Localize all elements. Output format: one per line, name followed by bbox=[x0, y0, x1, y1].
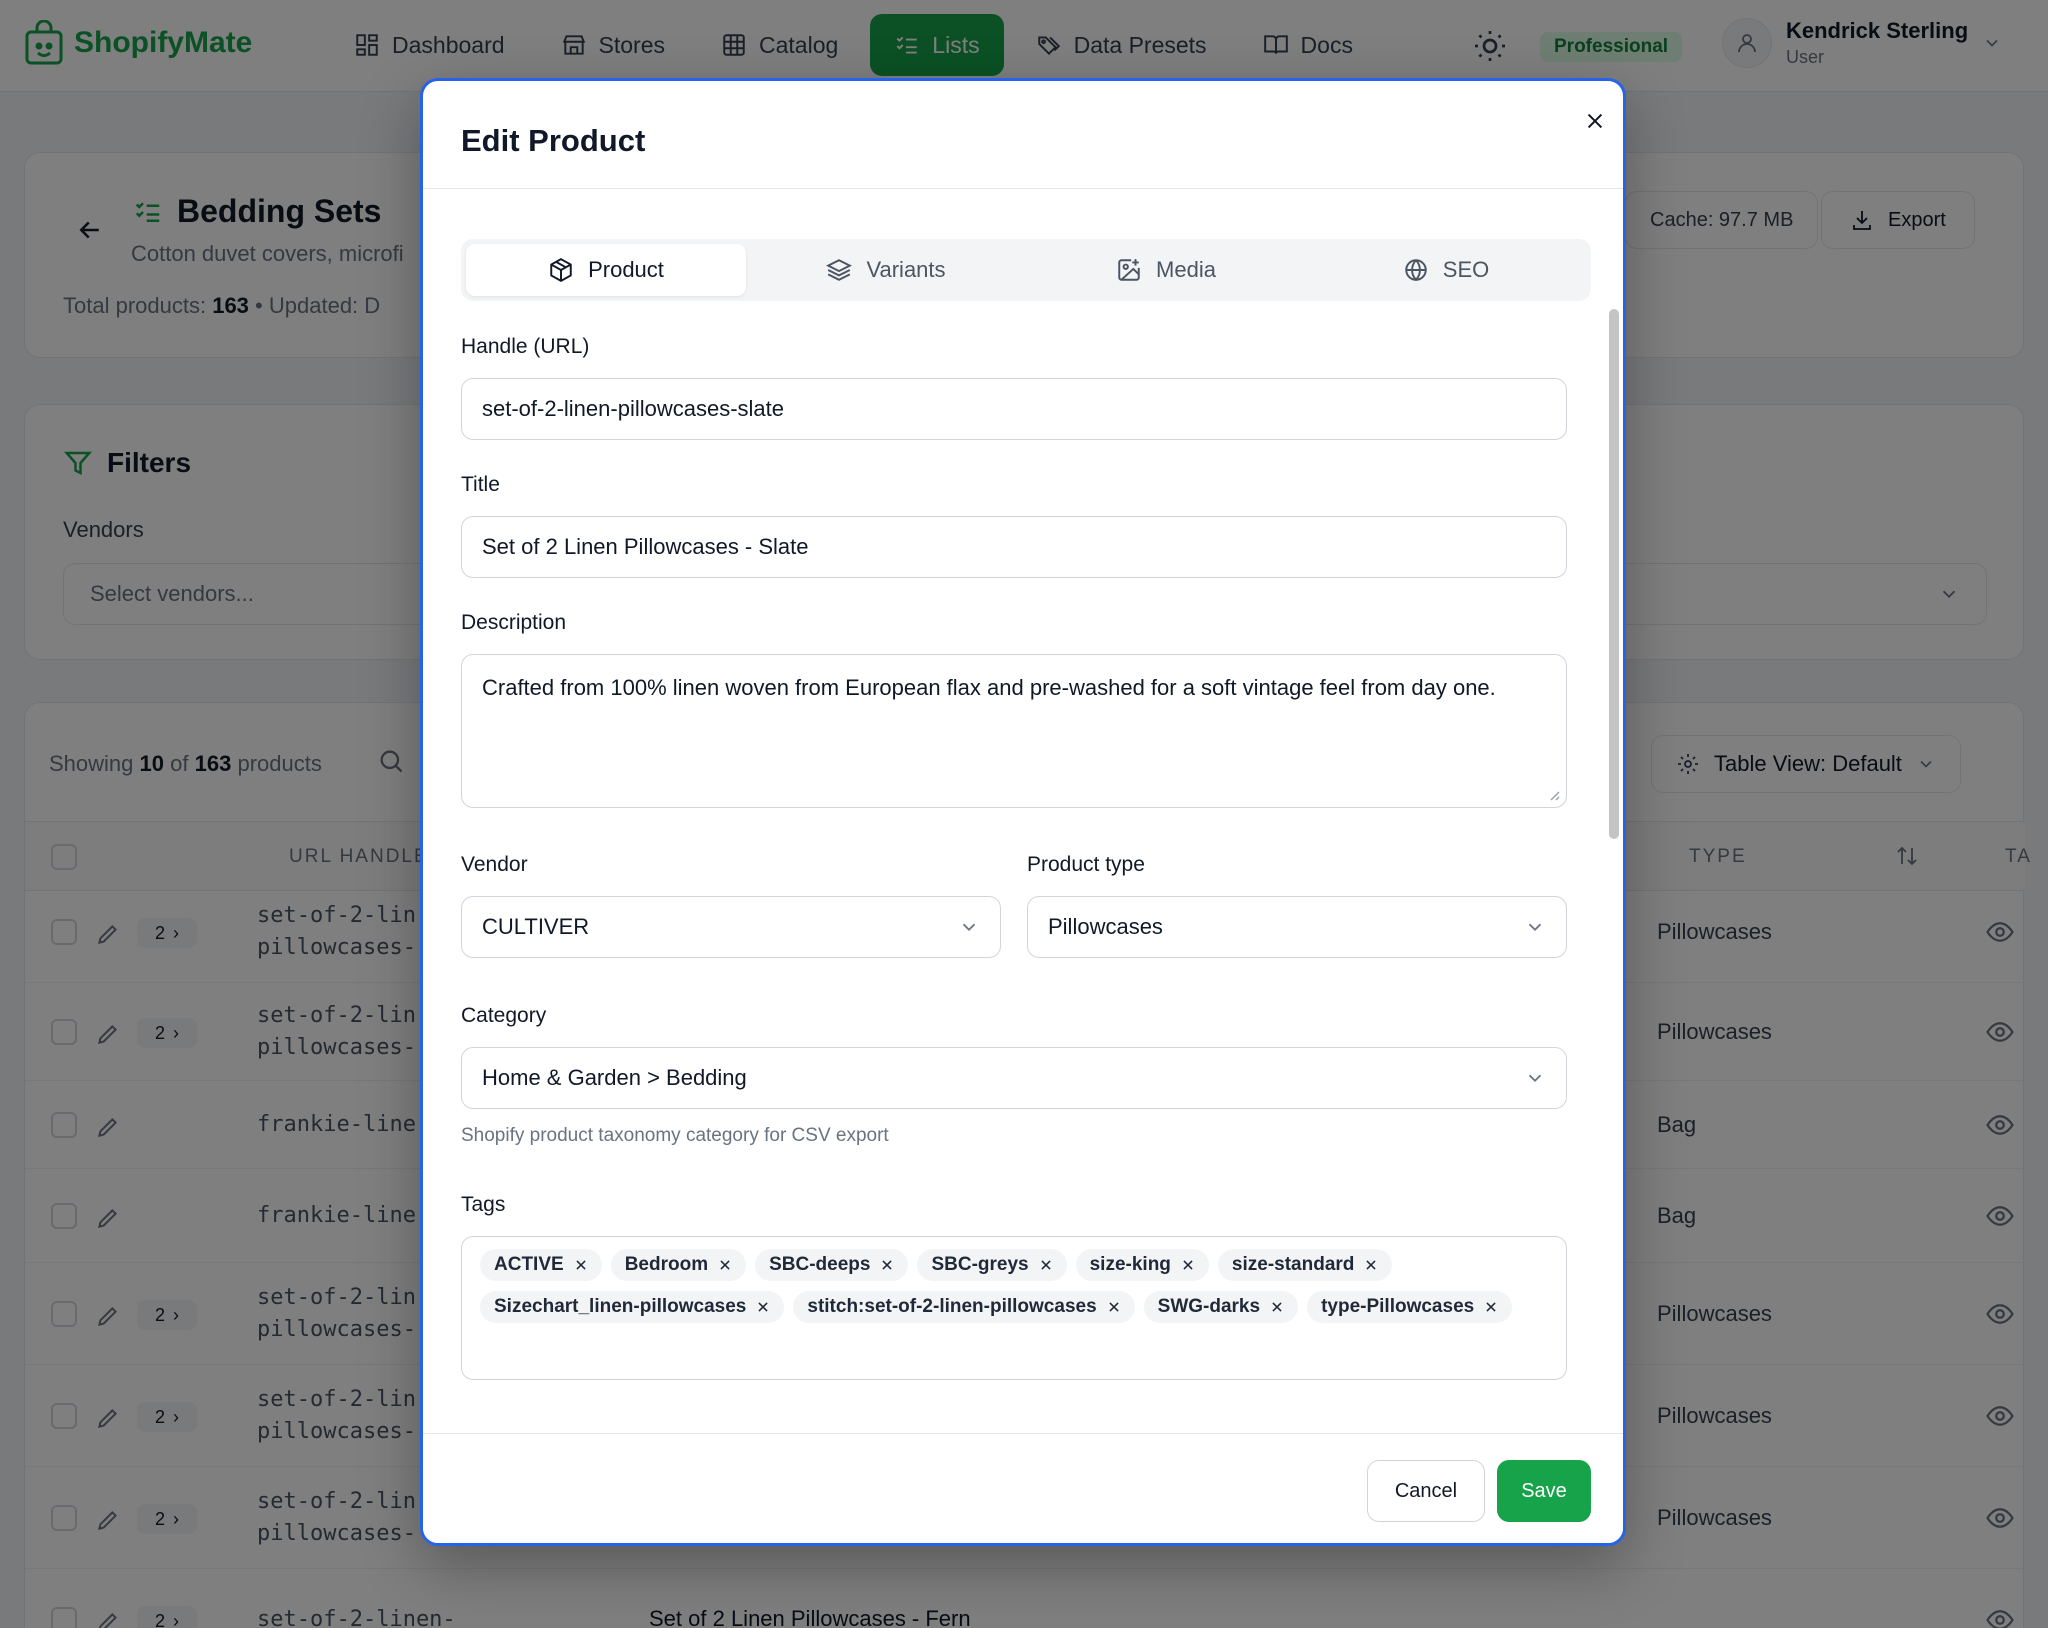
product-type-select[interactable]: Pillowcases bbox=[1027, 896, 1567, 958]
tag-label: size-standard bbox=[1231, 1254, 1355, 1275]
category-value: Home & Garden > Bedding bbox=[482, 1065, 747, 1090]
tag-label: size-king bbox=[1089, 1254, 1171, 1275]
tag-chip: size-standard bbox=[1217, 1249, 1393, 1281]
tag-label: stitch:set-of-2-linen-pillowcases bbox=[807, 1296, 1097, 1317]
remove-tag-icon[interactable] bbox=[1039, 1258, 1053, 1272]
tag-label: type-Pillowcases bbox=[1321, 1296, 1475, 1317]
handle-label: Handle (URL) bbox=[461, 335, 590, 358]
tab-product-label: Product bbox=[588, 257, 664, 282]
modal-header: Edit Product bbox=[423, 81, 1623, 189]
tag-label: Bedroom bbox=[624, 1254, 709, 1275]
tag-label: ACTIVE bbox=[494, 1254, 564, 1275]
category-select[interactable]: Home & Garden > Bedding bbox=[461, 1047, 1567, 1109]
tag-chip: SWG-darks bbox=[1143, 1291, 1299, 1323]
save-button[interactable]: Save bbox=[1497, 1460, 1591, 1522]
product-type-label: Product type bbox=[1027, 853, 1145, 876]
category-helper-text: Shopify product taxonomy category for CS… bbox=[461, 1125, 889, 1146]
tab-media[interactable]: Media bbox=[1026, 244, 1306, 296]
chevron-down-icon bbox=[1528, 923, 1542, 932]
tags-label: Tags bbox=[461, 1193, 506, 1216]
globe-icon bbox=[1405, 259, 1427, 282]
vendor-value: CULTIVER bbox=[482, 914, 590, 939]
remove-tag-icon[interactable] bbox=[756, 1300, 770, 1314]
title-label: Title bbox=[461, 473, 500, 496]
tag-chip: size-king bbox=[1075, 1249, 1209, 1281]
tab-variants-label: Variants bbox=[866, 257, 946, 282]
tab-variants[interactable]: Variants bbox=[746, 244, 1026, 296]
remove-tag-icon[interactable] bbox=[1484, 1300, 1498, 1314]
tag-chip: stitch:set-of-2-linen-pillowcases bbox=[793, 1291, 1135, 1323]
tag-chip: Sizechart_linen-pillowcases bbox=[480, 1291, 785, 1323]
description-text: Crafted from 100% linen woven from Europ… bbox=[482, 675, 1496, 700]
tags-input[interactable]: ACTIVE Bedroom SBC-deeps SBC-greys size-king… bbox=[461, 1236, 1567, 1380]
tag-chip: SBC-deeps bbox=[755, 1249, 909, 1281]
modal-title: Edit Product bbox=[461, 123, 646, 158]
modal-scrollbar[interactable] bbox=[1609, 309, 1619, 839]
resize-handle-icon[interactable] bbox=[1546, 787, 1560, 801]
box-icon bbox=[550, 258, 572, 282]
handle-input[interactable]: set-of-2-linen-pillowcases-slate bbox=[461, 378, 1567, 440]
chevron-down-icon bbox=[962, 923, 976, 932]
remove-tag-icon[interactable] bbox=[880, 1258, 894, 1272]
vendor-label: Vendor bbox=[461, 853, 528, 876]
tag-chip: SBC-greys bbox=[917, 1249, 1067, 1281]
description-textarea[interactable]: Crafted from 100% linen woven from Europ… bbox=[461, 654, 1567, 808]
tag-label: SWG-darks bbox=[1157, 1296, 1261, 1317]
modal-tabs: Product Variants Media SEO bbox=[461, 239, 1591, 301]
tag-label: SBC-greys bbox=[931, 1254, 1029, 1275]
close-icon bbox=[1587, 113, 1603, 129]
tab-product[interactable]: Product bbox=[466, 244, 746, 296]
tab-seo[interactable]: SEO bbox=[1306, 244, 1586, 296]
layers-icon bbox=[826, 259, 853, 281]
tag-chip: type-Pillowcases bbox=[1307, 1291, 1513, 1323]
remove-tag-icon[interactable] bbox=[1270, 1300, 1284, 1314]
tab-seo-label: SEO bbox=[1442, 257, 1490, 282]
category-label: Category bbox=[461, 1004, 547, 1027]
remove-tag-icon[interactable] bbox=[1364, 1258, 1378, 1272]
cancel-button[interactable]: Cancel bbox=[1367, 1460, 1485, 1522]
product-type-value: Pillowcases bbox=[1048, 914, 1163, 939]
tag-chip: ACTIVE bbox=[480, 1249, 602, 1281]
vendor-select[interactable]: CULTIVER bbox=[461, 896, 1001, 958]
tag-label: SBC-deeps bbox=[769, 1254, 871, 1275]
remove-tag-icon[interactable] bbox=[1181, 1258, 1195, 1272]
remove-tag-icon[interactable] bbox=[574, 1258, 588, 1272]
image-plus-icon bbox=[1118, 259, 1140, 281]
tag-label: Sizechart_linen-pillowcases bbox=[494, 1296, 747, 1317]
chevron-down-icon bbox=[1528, 1074, 1542, 1083]
close-button[interactable] bbox=[1579, 105, 1611, 137]
description-label: Description bbox=[461, 611, 567, 634]
modal-footer: Cancel Save bbox=[423, 1433, 1623, 1543]
title-input[interactable]: Set of 2 Linen Pillowcases - Slate bbox=[461, 516, 1567, 578]
tab-media-label: Media bbox=[1156, 257, 1216, 282]
remove-tag-icon[interactable] bbox=[1107, 1300, 1121, 1314]
tag-chip: Bedroom bbox=[610, 1249, 747, 1281]
edit-product-modal: Edit Product Product Variants Media SEO … bbox=[420, 78, 1626, 1546]
remove-tag-icon[interactable] bbox=[718, 1258, 732, 1272]
